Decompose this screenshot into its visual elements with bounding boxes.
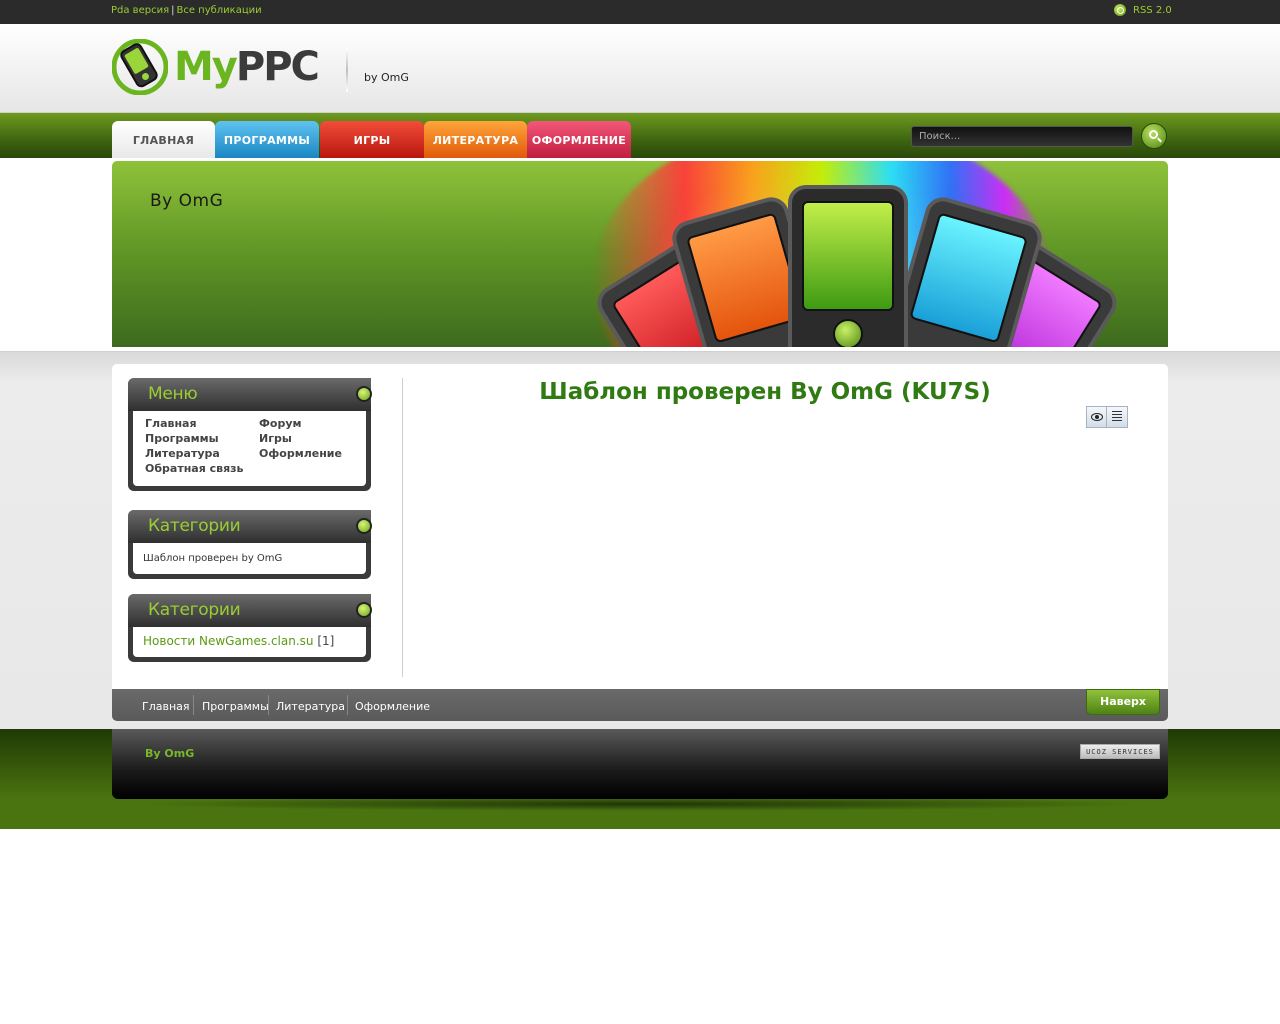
category-news-count: [1] — [317, 634, 335, 648]
sidebar-categories-block: Категории Шаблон проверен by OmG — [128, 510, 372, 579]
footer-link-design[interactable]: Оформление — [355, 700, 430, 713]
sidebar-item-feedback[interactable]: Обратная связь — [145, 462, 259, 476]
sidebar-menu-body: Главная Форум Программы Игры Литература … — [133, 411, 366, 486]
category-item: Шаблон проверен by OmG — [143, 553, 283, 564]
header-byline: by OmG — [364, 71, 409, 84]
green-dot-icon — [356, 602, 372, 618]
footer-link-programs[interactable]: Программы — [202, 700, 269, 713]
sidebar-item-games[interactable]: Игры — [259, 432, 359, 446]
green-dot-icon — [356, 386, 372, 402]
site-header: MyPPC by OmG — [0, 24, 1280, 113]
sidebar-item-programs[interactable]: Программы — [145, 432, 259, 446]
view-icons-group — [1086, 406, 1128, 428]
top-links-separator: | — [171, 5, 175, 16]
rss-link[interactable]: RSS 2.0 — [1114, 4, 1172, 16]
list-view-button[interactable] — [1107, 407, 1127, 427]
sidebar-menu-title: Меню — [148, 384, 198, 404]
category-news-row: Новости NewGames.clan.su [1] — [133, 627, 366, 657]
sidebar-categories-body: Шаблон проверен by OmG — [133, 543, 366, 574]
footer-shadow — [130, 797, 1150, 811]
logo-text: MyPPC — [174, 44, 320, 90]
sidebar-item-forum[interactable]: Форум — [259, 417, 359, 431]
sidebar-news-categories-title: Категории — [148, 600, 241, 620]
footer-separator — [347, 695, 348, 715]
sidebar-menu-block: Меню Главная Форум Программы Игры Литера… — [128, 378, 372, 491]
sidebar-item-literature[interactable]: Литература — [145, 447, 259, 461]
sidebar-news-categories-body: Новости NewGames.clan.su [1] — [133, 627, 366, 657]
footer-link-literature[interactable]: Литература — [276, 700, 345, 713]
sidebar-item-home[interactable]: Главная — [145, 417, 259, 431]
logo-text-ppc: PPC — [235, 44, 320, 90]
back-to-top-button[interactable]: Наверх — [1086, 689, 1160, 715]
header-divider — [346, 48, 348, 92]
sidebar-news-categories-header: Категории — [128, 594, 372, 627]
header-banner: By OmG — [112, 161, 1168, 347]
page-title: Шаблон проверен By OmG (KU7S) — [539, 379, 991, 405]
top-bar: Pda версия | Все публикации RSS 2.0 — [0, 0, 1280, 24]
logo-text-my: My — [174, 44, 238, 90]
sidebar-item-design[interactable]: Оформление — [259, 447, 359, 461]
sidebar-news-categories-block: Категории Новости NewGames.clan.su [1] — [128, 594, 372, 662]
phone-graphic-green — [788, 185, 908, 347]
category-news-link[interactable]: Новости NewGames.clan.su — [143, 634, 314, 648]
sidebar-menu-list: Главная Форум Программы Игры Литература … — [133, 411, 366, 486]
top-links: Pda версия | Все публикации — [111, 5, 262, 16]
sidebar-menu-header: Меню — [128, 378, 372, 411]
phone-button-icon — [833, 319, 863, 347]
list-icon — [1112, 411, 1122, 423]
content-divider — [402, 378, 403, 677]
phone-logo-icon — [111, 38, 169, 96]
tab-programs[interactable]: ПРОГРАММЫ — [215, 121, 319, 158]
tab-literature[interactable]: ЛИТЕРАТУРА — [424, 121, 527, 158]
footer-separator — [268, 695, 269, 715]
eye-icon — [1091, 413, 1103, 421]
all-publications-link[interactable]: Все публикации — [176, 5, 261, 16]
sidebar-categories-header: Категории — [128, 510, 372, 543]
ucoz-badge[interactable]: UCOZ SERVICES — [1080, 744, 1160, 759]
tab-design[interactable]: ОФОРМЛЕНИЕ — [527, 121, 631, 158]
view-button[interactable] — [1087, 407, 1107, 427]
site-logo[interactable]: MyPPC — [111, 38, 327, 96]
banner-title: By OmG — [150, 191, 224, 211]
search-input[interactable] — [911, 126, 1133, 147]
main-navigation: ГЛАВНАЯ ПРОГРАММЫ ИГРЫ ЛИТЕРАТУРА ОФОРМЛ… — [0, 113, 1280, 158]
footer-menu: Главная Программы Литература Оформление — [112, 689, 1168, 721]
footer-box — [112, 729, 1168, 799]
tab-home[interactable]: ГЛАВНАЯ — [112, 121, 215, 158]
footer-link-home[interactable]: Главная — [142, 700, 190, 713]
footer-copyright: By OmG — [145, 747, 195, 760]
search-button[interactable] — [1141, 123, 1167, 149]
tab-games[interactable]: ИГРЫ — [320, 121, 424, 158]
magnifier-handle — [1157, 137, 1162, 143]
rss-label: RSS 2.0 — [1133, 4, 1172, 16]
sidebar-categories-title: Категории — [148, 516, 241, 536]
rss-icon — [1114, 4, 1126, 16]
footer-separator — [193, 695, 194, 715]
green-dot-icon — [356, 518, 372, 534]
pda-version-link[interactable]: Pda версия — [111, 5, 169, 16]
